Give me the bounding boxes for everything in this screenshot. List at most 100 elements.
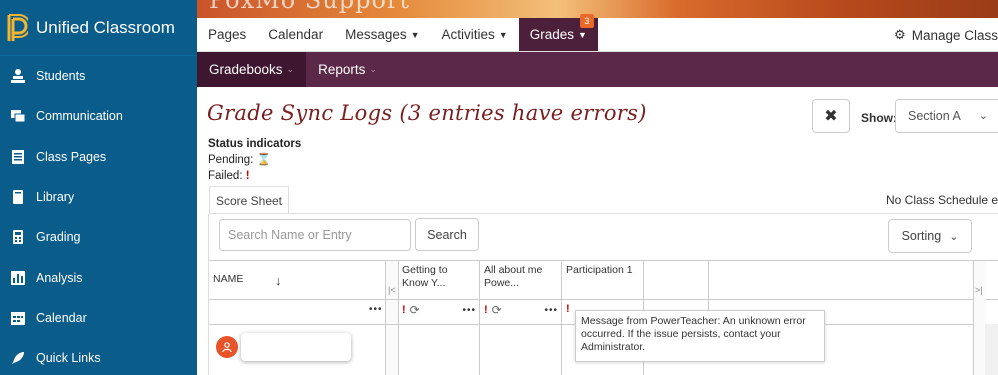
expand-icon: ✖	[824, 108, 838, 125]
nav-grades[interactable]: Grades ▼ 3	[518, 14, 598, 51]
assignment-header[interactable]: Getting to Know Y...	[402, 264, 476, 290]
app-title: Unified Classroom	[36, 17, 175, 37]
sub-nav: Gradebooks ⌄ Reports ⌄	[197, 52, 998, 87]
sidebar-item-label: Class Pages	[36, 149, 107, 164]
chevron-down-icon: ⌄	[949, 230, 959, 243]
assignment-header[interactable]: Participation 1	[566, 264, 640, 277]
sorting-label: Sorting	[901, 229, 942, 243]
sidebar-item-label: Quick Links	[36, 351, 101, 366]
sidebar-item-class-pages[interactable]: Class Pages	[0, 137, 197, 177]
scroll-left-button[interactable]: |<	[386, 261, 399, 375]
more-options-icon[interactable]: •••	[369, 304, 383, 315]
scroll-left-icon: |<	[388, 285, 396, 295]
sidebar-item-grading[interactable]: Grading	[0, 217, 197, 257]
calendar-icon	[10, 310, 26, 326]
tab-label: Score Sheet	[215, 193, 283, 208]
subnav-label: Gradebooks	[209, 62, 283, 77]
banner-title: PoxMo Support	[209, 0, 411, 14]
sidebar-item-label: Grading	[36, 230, 81, 245]
assignment-status: ! ⟳ •••	[484, 303, 558, 317]
nav-activities[interactable]: Activities ▼	[431, 18, 519, 51]
section-select[interactable]: Section A ⌄	[895, 99, 998, 133]
sync-icon[interactable]: ⟳	[492, 303, 502, 317]
assignment-status: ! ⟳ •••	[402, 303, 476, 317]
tab-score-sheet[interactable]: Score Sheet	[209, 186, 289, 214]
analysis-icon	[10, 270, 26, 286]
sidebar-item-label: Communication	[36, 109, 123, 124]
sidebar-item-label: Analysis	[36, 270, 83, 285]
failed-row: Failed: !	[208, 168, 301, 184]
expand-button[interactable]: ✖	[812, 99, 850, 133]
chevron-down-icon: ⌄	[369, 64, 377, 74]
assignment-header[interactable]: All about me Powe...	[484, 264, 558, 290]
vertical-scrollbar[interactable]	[985, 324, 998, 375]
nav-messages[interactable]: Messages ▼	[334, 18, 430, 51]
sidebar-item-label: Calendar	[36, 310, 87, 325]
subnav-label: Reports	[318, 62, 366, 77]
sort-arrow-icon[interactable]: ↓	[275, 273, 282, 288]
failed-icon[interactable]: !	[484, 304, 488, 316]
more-options-icon[interactable]: •••	[544, 305, 558, 316]
student-name-redacted[interactable]	[241, 333, 351, 361]
search-placeholder: Search Name or Entry	[228, 228, 352, 242]
communication-icon	[10, 108, 26, 124]
sidebar-item-students[interactable]: Students	[0, 56, 197, 96]
error-tooltip: Message from PowerTeacher: An unknown er…	[575, 310, 825, 362]
failed-icon[interactable]: !	[402, 304, 406, 316]
hourglass-icon: ⌛	[256, 154, 271, 166]
sidebar-item-analysis[interactable]: Analysis	[0, 257, 197, 297]
nav-label: Pages	[208, 27, 247, 42]
sync-icon[interactable]: ⟳	[410, 303, 420, 317]
search-input[interactable]: Search Name or Entry	[219, 219, 411, 251]
assignment-column: Getting to Know Y... ! ⟳ •••	[399, 261, 480, 375]
sorting-button[interactable]: Sorting ⌄	[888, 219, 972, 253]
manage-class-link[interactable]: ⚙ Manage Class	[894, 18, 998, 52]
score-sheet-panel: Search Name or Entry Search Sorting ⌄ NAM…	[208, 214, 998, 375]
chevron-down-icon: ⌄	[978, 110, 988, 122]
assignment-column: All about me Powe... ! ⟳ •••	[481, 261, 562, 375]
failed-label: Failed:	[208, 170, 243, 182]
nav-label: Grades	[529, 27, 574, 42]
more-options-icon[interactable]: •••	[462, 305, 476, 316]
sidebar-item-label: Library	[36, 190, 75, 205]
student-avatar	[216, 336, 238, 358]
search-button[interactable]: Search	[415, 218, 479, 251]
nav-calendar[interactable]: Calendar	[257, 18, 334, 51]
chevron-down-icon: ▼	[410, 29, 420, 40]
name-header[interactable]: NAME	[213, 273, 243, 285]
subnav-reports[interactable]: Reports ⌄	[306, 52, 389, 87]
subnav-gradebooks[interactable]: Gradebooks ⌄	[197, 52, 307, 87]
sidebar-item-quick-links[interactable]: Quick Links	[0, 338, 197, 375]
name-column: NAME ↓ •••	[209, 261, 386, 375]
nav-pages[interactable]: Pages	[197, 18, 257, 51]
show-label: Show:	[861, 111, 897, 125]
chevron-down-icon: ▼	[578, 29, 587, 40]
failed-icon: !	[245, 170, 250, 182]
scroll-right-icon: >|	[975, 285, 983, 295]
pending-label: Pending:	[208, 154, 254, 166]
chevron-down-icon: ⌄	[286, 64, 295, 74]
pending-row: Pending: ⌛	[208, 152, 301, 168]
nav-label: Calendar	[268, 27, 324, 42]
powerschool-logo-icon	[6, 13, 31, 43]
sidebar-item-library[interactable]: Library	[0, 177, 197, 217]
no-class-schedule-link[interactable]: No Class Schedule edit	[886, 193, 998, 207]
sidebar: Unified Classroom Students Communication…	[0, 0, 197, 375]
gear-icon: ⚙	[894, 27, 906, 42]
chevron-down-icon: ▼	[498, 29, 508, 40]
rocket-icon	[10, 350, 26, 366]
page-title: Grade Sync Logs (3 entries have errors)	[207, 101, 647, 125]
sidebar-item-communication[interactable]: Communication	[0, 96, 197, 136]
section-select-value: Section A	[908, 109, 961, 123]
sidebar-item-calendar[interactable]: Calendar	[0, 298, 197, 338]
class-pages-icon	[10, 149, 26, 165]
brand[interactable]: Unified Classroom	[0, 0, 197, 56]
failed-icon[interactable]: !	[566, 303, 570, 315]
grid-divider	[209, 299, 998, 300]
main-nav: Pages Calendar Messages ▼ Activities ▼ Gra…	[197, 14, 998, 52]
status-heading: Status indicators	[208, 138, 302, 150]
class-banner: PoxMo Support	[197, 0, 998, 18]
students-icon	[10, 68, 26, 84]
library-icon	[10, 189, 26, 205]
nav-label: Activities	[441, 27, 495, 42]
